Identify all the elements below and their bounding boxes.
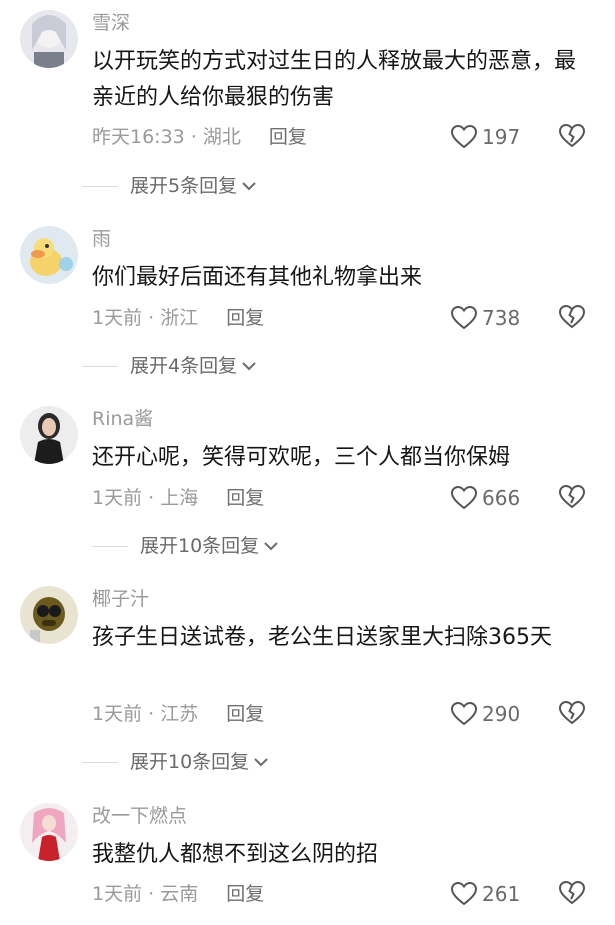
username[interactable]: Rina酱 [92,406,153,432]
heart-outline-icon [450,485,478,511]
avatar[interactable] [20,803,78,861]
reply-button[interactable]: 回复 [226,883,264,905]
like-button[interactable]: 290 [450,700,520,728]
reply-button[interactable]: 回复 [226,703,264,725]
dislike-button[interactable] [558,880,586,906]
comment-meta: 1天前 · 浙江 回复 [92,304,264,332]
like-count: 197 [482,125,521,149]
timestamp-location: 1天前 · 江苏 [92,703,199,725]
comment-meta: 1天前 · 江苏 回复 [92,700,264,728]
dislike-button[interactable] [558,304,586,330]
username[interactable]: 椰子汁 [92,586,149,612]
like-count: 261 [482,882,521,906]
avatar[interactable] [20,406,78,464]
broken-heart-icon [558,304,586,330]
broken-heart-icon [558,123,586,149]
reply-button[interactable]: 回复 [226,487,264,509]
dislike-button[interactable] [558,484,586,510]
divider-line [82,761,118,763]
broken-heart-icon [558,880,586,906]
heart-outline-icon [450,305,478,331]
comment-meta: 1天前 · 云南 回复 [92,880,264,908]
heart-outline-icon [450,881,478,907]
expand-replies-button[interactable]: 展开5条回复 [82,172,257,200]
avatar[interactable] [20,586,78,644]
divider-line [82,185,118,187]
expand-replies-button[interactable]: 展开10条回复 [82,748,269,776]
like-button[interactable]: 666 [450,484,520,512]
comment-text: 你们最好后面还有其他礼物拿出来 [92,265,423,290]
comment-meta: 1天前 · 上海 回复 [92,484,264,512]
chevron-down-icon [241,180,257,192]
broken-heart-icon [558,700,586,726]
comment-text: 还开心呢，笑得可欢呢，三个人都当你保姆 [92,445,511,470]
heart-outline-icon [450,124,478,150]
like-count: 290 [482,702,521,726]
expand-replies-label: 展开10条回复 [140,535,260,557]
timestamp-location: 1天前 · 云南 [92,883,199,905]
expand-replies-button[interactable]: 展开4条回复 [82,352,257,380]
heart-outline-icon [450,701,478,727]
chevron-down-icon [253,756,269,768]
dislike-button[interactable] [558,123,586,149]
comment-meta: 昨天16:33 · 湖北 回复 [92,123,307,151]
divider-line [92,545,128,547]
divider-line [82,365,118,367]
reply-button[interactable]: 回复 [269,126,307,148]
like-button[interactable]: 197 [450,123,520,151]
expand-replies-label: 展开4条回复 [130,355,238,377]
comment-text: 以开玩笑的方式对过生日的人释放最大的恶意，最亲近的人给你最狠的伤害 [92,49,577,110]
like-count: 666 [482,486,521,510]
username[interactable]: 改一下燃点 [92,803,187,829]
comment-list: { "comments": [ { "user": "雪深", "text": … [0,0,615,925]
comment-text: 我整仇人都想不到这么阴的招 [92,842,379,867]
comment-text: 孩子生日送试卷，老公生日送家里大扫除365天 [92,625,552,650]
reply-button[interactable]: 回复 [226,307,264,329]
expand-replies-label: 展开5条回复 [130,175,238,197]
like-count: 738 [482,306,521,330]
avatar[interactable] [20,10,78,68]
timestamp-location: 1天前 · 浙江 [92,307,199,329]
broken-heart-icon [558,484,586,510]
like-button[interactable]: 261 [450,880,520,908]
expand-replies-label: 展开10条回复 [130,751,250,773]
timestamp-location: 1天前 · 上海 [92,487,199,509]
username[interactable]: 雨 [92,226,111,252]
chevron-down-icon [241,360,257,372]
like-button[interactable]: 738 [450,304,520,332]
avatar[interactable] [20,226,78,284]
expand-replies-button[interactable]: 展开10条回复 [92,532,279,560]
dislike-button[interactable] [558,700,586,726]
chevron-down-icon [263,540,279,552]
username[interactable]: 雪深 [92,10,130,36]
timestamp-location: 昨天16:33 · 湖北 [92,126,241,148]
